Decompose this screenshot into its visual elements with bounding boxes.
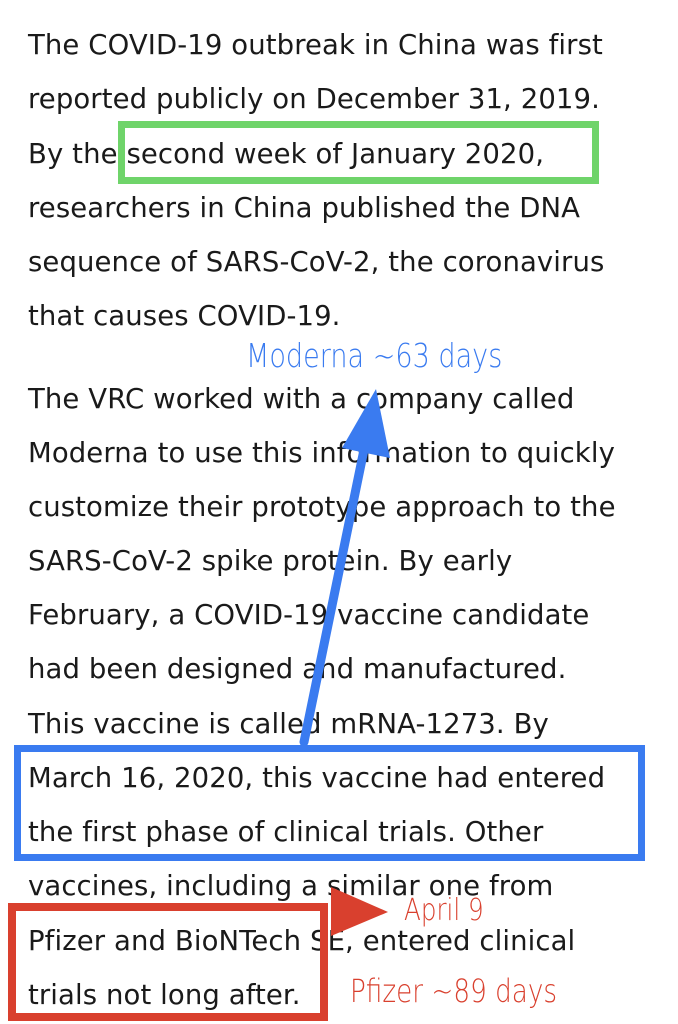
annotation-arrows <box>299 389 390 936</box>
moderna-annotation: Moderna ~63 days <box>246 336 503 375</box>
blue-arrow <box>299 389 390 747</box>
pfizer-annotation: Pfizer ~89 days <box>350 972 558 1010</box>
red-arrow <box>331 887 388 936</box>
april-annotation: April 9 <box>404 893 484 928</box>
